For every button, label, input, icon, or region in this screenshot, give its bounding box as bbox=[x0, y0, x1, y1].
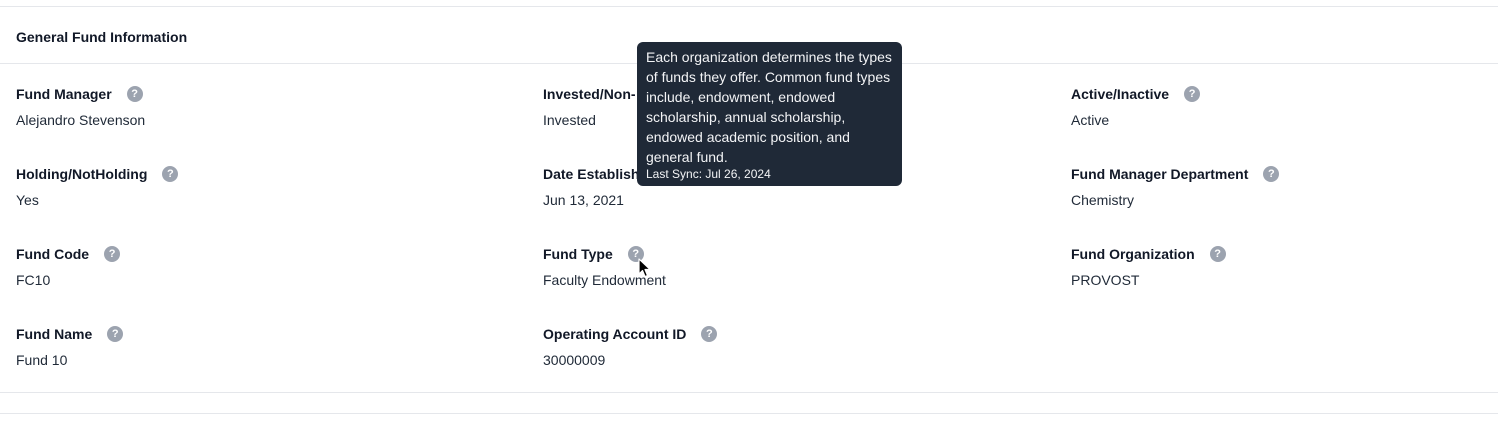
mouse-cursor-icon bbox=[638, 258, 651, 278]
field-value: Chemistry bbox=[1071, 192, 1135, 208]
field-label: Active/Inactive bbox=[1071, 86, 1170, 102]
field-value: FC10 bbox=[16, 272, 51, 288]
field-fund-manager: Fund Manager ? Alejandro Stevenson bbox=[16, 84, 516, 144]
field-label: Fund Name bbox=[16, 326, 93, 342]
field-label: Fund Manager Department bbox=[1071, 166, 1249, 182]
field-label: Fund Type bbox=[543, 246, 613, 262]
field-label: Fund Manager bbox=[16, 86, 112, 102]
field-value: Yes bbox=[16, 192, 39, 208]
field-active: Active/Inactive ? Active bbox=[1071, 84, 1498, 144]
field-label: Invested/Non- bbox=[543, 86, 636, 102]
help-icon[interactable]: ? bbox=[701, 326, 718, 342]
field-value: PROVOST bbox=[1071, 272, 1140, 288]
field-label: Date Establish bbox=[543, 166, 640, 182]
field-operating-account-id: Operating Account ID ? 30000009 bbox=[543, 324, 1043, 384]
field-value: Alejandro Stevenson bbox=[16, 112, 146, 128]
help-icon[interactable]: ? bbox=[1263, 166, 1280, 182]
field-value: Fund 10 bbox=[16, 352, 68, 368]
help-icon[interactable]: ? bbox=[1209, 246, 1226, 262]
help-icon[interactable]: ? bbox=[1184, 86, 1201, 102]
field-value: Active bbox=[1071, 112, 1110, 128]
field-holding: Holding/NotHolding ? Yes bbox=[16, 164, 516, 224]
field-fund-type: Fund Type ? Faculty Endowment bbox=[543, 244, 1043, 304]
field-value: Jun 13, 2021 bbox=[543, 192, 624, 208]
field-value: 30000009 bbox=[543, 352, 606, 368]
bottom-divider bbox=[0, 413, 1498, 414]
help-icon[interactable]: ? bbox=[126, 86, 143, 102]
field-fund-organization: Fund Organization ? PROVOST bbox=[1071, 244, 1498, 304]
help-icon[interactable]: ? bbox=[162, 166, 179, 182]
field-label: Fund Organization bbox=[1071, 246, 1195, 262]
tooltip-body: Each organization determines the types o… bbox=[646, 49, 892, 165]
field-label: Operating Account ID bbox=[543, 326, 687, 342]
field-fund-name: Fund Name ? Fund 10 bbox=[16, 324, 516, 384]
field-fund-code: Fund Code ? FC10 bbox=[16, 244, 516, 304]
help-icon[interactable]: ? bbox=[104, 246, 121, 262]
help-icon[interactable]: ? bbox=[107, 326, 124, 342]
field-label: Holding/NotHolding bbox=[16, 166, 148, 182]
fund-type-tooltip: Each organization determines the types o… bbox=[637, 42, 902, 186]
tooltip-last-sync: Last Sync: Jul 26, 2024 bbox=[646, 167, 771, 181]
field-fund-manager-department: Fund Manager Department ? Chemistry bbox=[1071, 164, 1498, 224]
section-title: General Fund Information bbox=[16, 29, 188, 45]
field-label: Fund Code bbox=[16, 246, 90, 262]
field-value: Faculty Endowment bbox=[543, 272, 666, 288]
